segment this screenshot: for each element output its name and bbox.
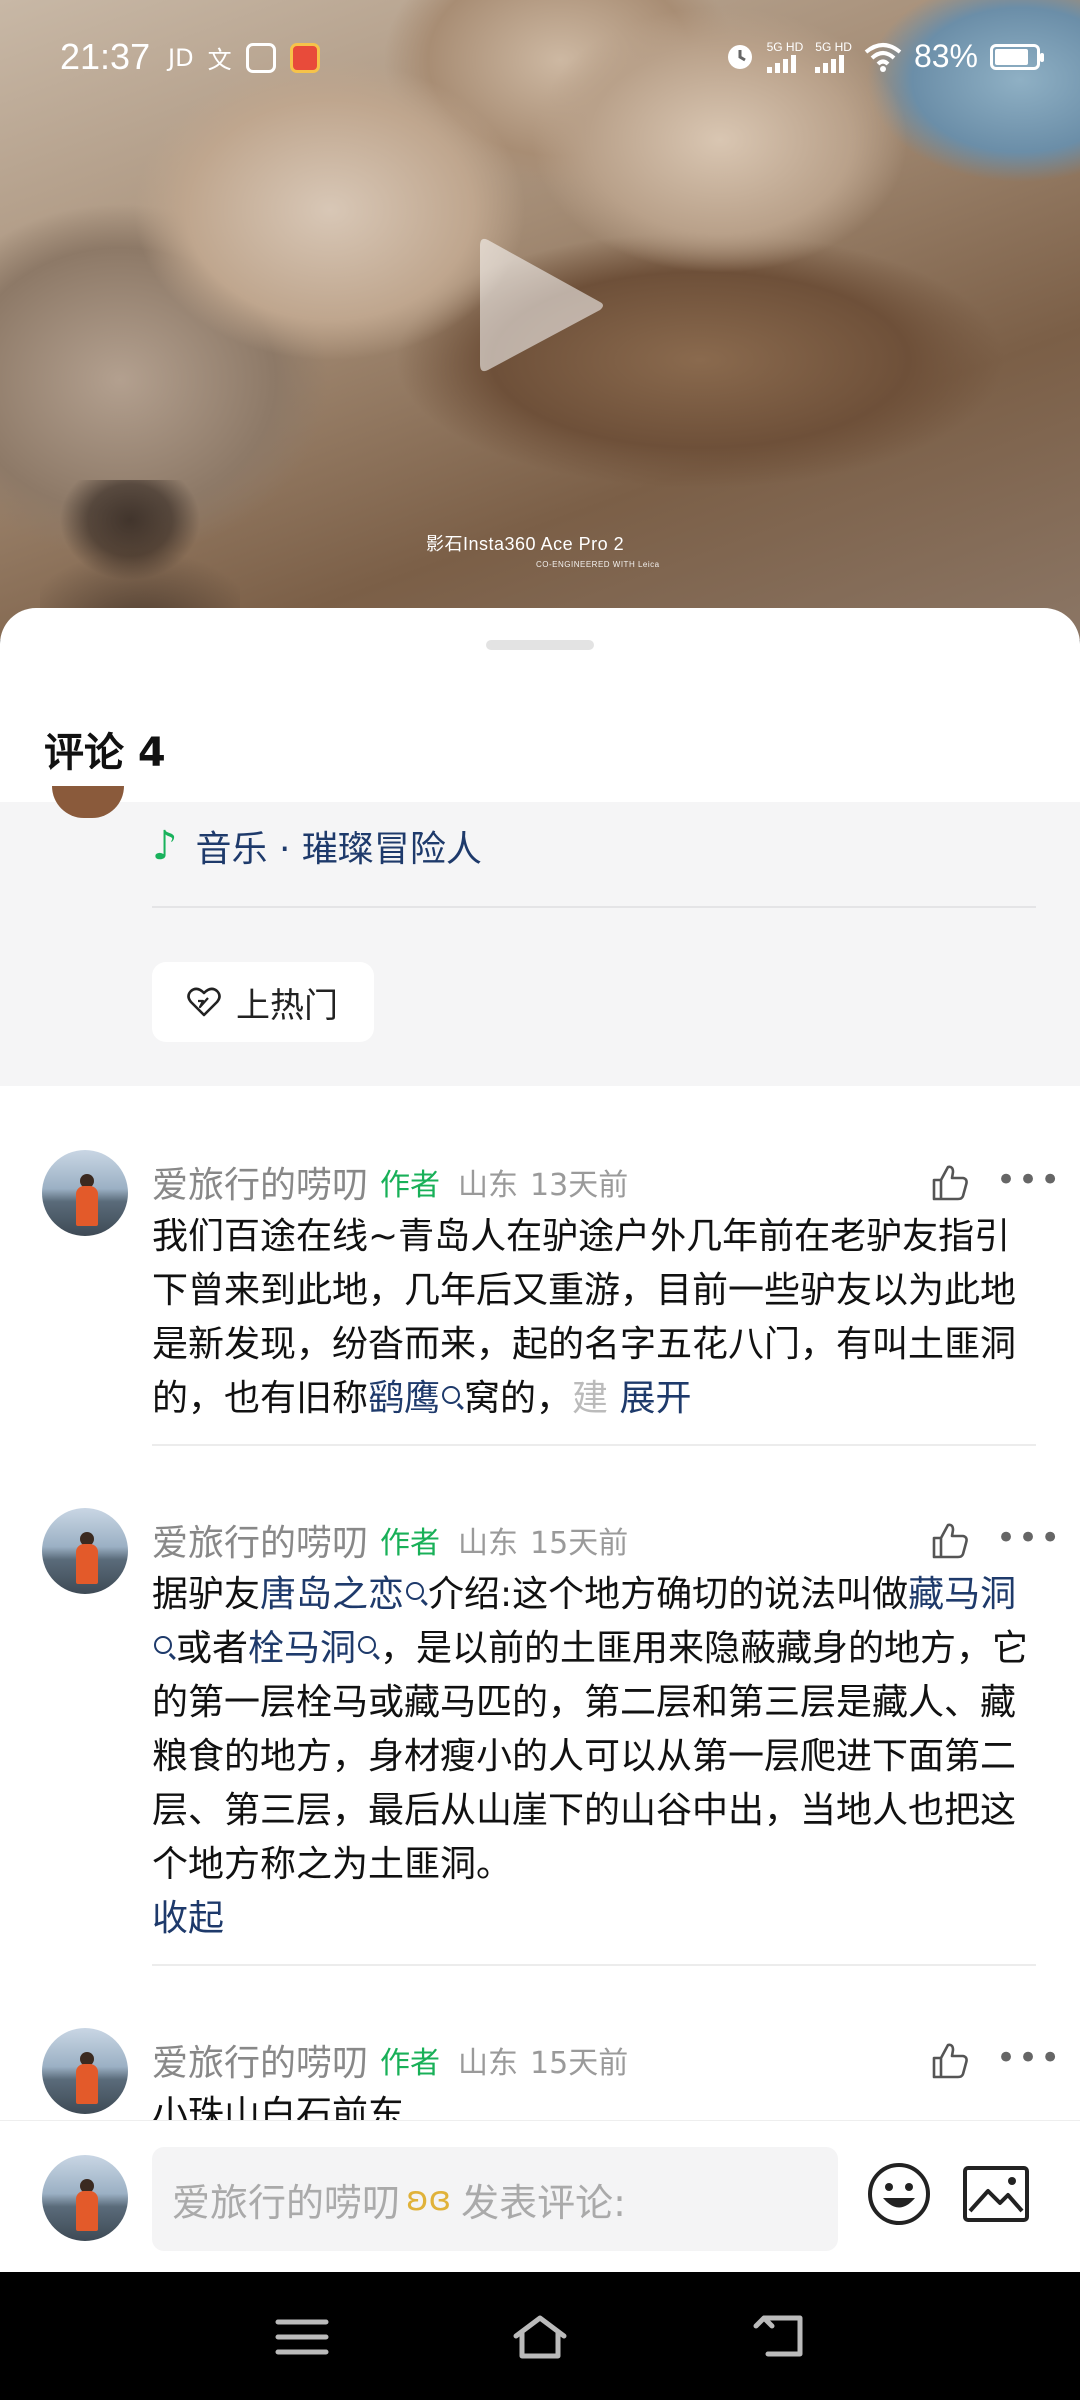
jd-icon: JD xyxy=(168,43,194,72)
avatar[interactable] xyxy=(42,1150,128,1236)
avatar xyxy=(52,786,124,818)
menu-icon[interactable] xyxy=(272,2312,332,2362)
status-time: 21:37 xyxy=(60,36,151,77)
search-link[interactable]: 唐岛之恋 xyxy=(260,1574,428,1615)
expand-button[interactable]: 展开 xyxy=(620,1378,692,1419)
comment-location: 山东 xyxy=(458,1168,519,1203)
battery-percent: 83% xyxy=(913,38,978,74)
image-icon[interactable] xyxy=(962,2165,1030,2223)
avatar[interactable] xyxy=(42,2028,128,2114)
notification-icons: JD 文 xyxy=(168,40,320,75)
comment-time: 15天前 xyxy=(530,2046,629,2081)
commenter-name[interactable]: 爱旅行的唠叨 xyxy=(152,1156,368,1208)
sheet-drag-handle[interactable] xyxy=(486,640,594,650)
comment-item: 爱旅行的唠叨 作者 山东 13天前 ••• 我们百途在线~青岛人在驴途户外几年前… xyxy=(0,1130,1080,1460)
collapse-button[interactable]: 收起 xyxy=(152,1898,224,1939)
comment-text: 据驴友唐岛之恋 介绍:这个地方确切的说法叫做藏马洞或者栓马洞 ，是以前的土匪用来隐蔽… xyxy=(152,1574,1029,1939)
divider xyxy=(152,906,1036,908)
author-badge: 作者 xyxy=(380,1526,441,1561)
comment-sheet: 评论 4 ♪ 音乐 · 璀璨冒险人 上热门 爱旅行的唠叨 作者 山东 13天前 … xyxy=(0,608,1080,2272)
comment-location: 山东 xyxy=(458,2046,519,2081)
signal-bars-icon xyxy=(766,53,804,73)
comment-header: 爱旅行的唠叨 作者 山东 13天前 xyxy=(152,1158,628,1206)
wifi-icon xyxy=(864,42,902,72)
divider xyxy=(152,1444,1036,1446)
thumbs-up-icon[interactable] xyxy=(930,1522,970,1560)
video-watermark: 影石Insta360 Ace Pro 2 CO-ENGINEERED WITH … xyxy=(426,534,660,569)
commenter-name[interactable]: 爱旅行的唠叨 xyxy=(152,1514,368,1566)
author-badge: 作者 xyxy=(380,1168,441,1203)
more-icon[interactable]: ••• xyxy=(996,1518,1062,1558)
more-icon[interactable]: ••• xyxy=(996,1160,1062,1200)
heart-flame-icon xyxy=(187,987,221,1017)
search-icon xyxy=(358,1636,377,1654)
input-username: 爱旅行的唠叨 xyxy=(172,2180,401,2225)
search-icon xyxy=(154,1636,172,1654)
comment-header: 爱旅行的唠叨 作者 山东 15天前 xyxy=(152,2036,628,2084)
signal-2: 5G HD xyxy=(815,41,852,73)
comment-header: 爱旅行的唠叨 作者 山东 15天前 xyxy=(152,1516,628,1564)
search-link[interactable]: 栓马洞 xyxy=(248,1628,380,1669)
hot-button-label: 上热门 xyxy=(236,985,338,1026)
app-notification-icon-2 xyxy=(289,42,320,73)
search-link[interactable]: 鹞鹰 xyxy=(368,1378,464,1419)
more-icon[interactable]: ••• xyxy=(996,2038,1062,2078)
hot-button[interactable]: 上热门 xyxy=(152,962,374,1042)
signal-bars-icon xyxy=(815,53,852,73)
comment-count-title: 评论 4 xyxy=(44,730,166,776)
commenter-name[interactable]: 爱旅行的唠叨 xyxy=(152,2034,368,2086)
app-notification-icon xyxy=(245,42,276,73)
signal-1: 5G HD xyxy=(766,41,804,73)
translate-icon: 文 xyxy=(207,46,232,74)
music-link[interactable]: ♪ 音乐 · 璀璨冒险人 xyxy=(152,820,482,872)
emoji-icon[interactable] xyxy=(866,2161,932,2227)
alarm-icon xyxy=(727,44,752,69)
search-icon xyxy=(442,1386,461,1404)
comment-location: 山东 xyxy=(458,1526,519,1561)
music-note-icon: ♪ xyxy=(152,823,178,869)
thumbs-up-icon[interactable] xyxy=(930,1164,970,1202)
comment-time: 13天前 xyxy=(530,1168,629,1203)
comment-input-bar: 爱旅行的唠叨 ʚɞ 发表评论: xyxy=(0,2120,1080,2272)
search-icon xyxy=(406,1582,425,1600)
battery-icon xyxy=(990,43,1044,70)
comment-text: 我们百途在线~青岛人在驴途户外几年前在老驴友指引下曾来到此地，几年后又重游，目前… xyxy=(152,1216,1017,1419)
comment-item: 爱旅行的唠叨 作者 山东 15天前 ••• 据驴友唐岛之恋 介绍:这个地方确切的说… xyxy=(0,1488,1080,1939)
avatar[interactable] xyxy=(42,1508,128,1594)
status-right: 5G HD 5G HD 83% xyxy=(725,38,1044,75)
input-placeholder: 发表评论: xyxy=(461,2180,626,2225)
divider xyxy=(152,1964,1036,1966)
status-bar: 21:37 JD 文 5G HD 5G HD 83% xyxy=(0,0,1080,110)
system-nav-bar xyxy=(0,2272,1080,2400)
play-icon[interactable] xyxy=(470,230,620,380)
thumbs-up-icon[interactable] xyxy=(930,2042,970,2080)
post-info: ♪ 音乐 · 璀璨冒险人 上热门 xyxy=(0,786,1080,1086)
avatar xyxy=(42,2155,128,2241)
butterfly-icon: ʚɞ xyxy=(406,2179,452,2219)
home-icon[interactable] xyxy=(510,2312,570,2362)
music-title: 音乐 · 璀璨冒险人 xyxy=(195,829,482,870)
comment-input[interactable]: 爱旅行的唠叨 ʚɞ 发表评论: xyxy=(152,2147,838,2251)
comment-time: 15天前 xyxy=(530,1526,629,1561)
author-badge: 作者 xyxy=(380,2046,441,2081)
back-icon[interactable] xyxy=(752,2312,812,2362)
